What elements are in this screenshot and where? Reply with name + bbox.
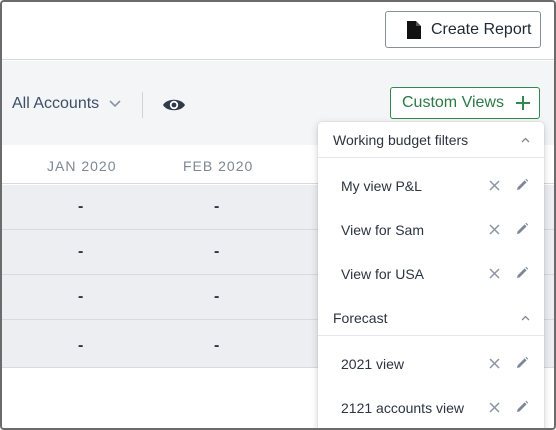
app-window: Create Report All Accounts Custom Views … [0, 0, 556, 430]
chevron-up-icon [521, 315, 530, 321]
create-report-button[interactable]: Create Report [385, 11, 541, 48]
table-cell: - [214, 243, 220, 260]
view-item-label: My view P&L [341, 178, 422, 194]
create-report-label: Create Report [431, 20, 532, 38]
table-cell: - [78, 243, 84, 260]
view-item[interactable]: View for Sam [318, 208, 544, 252]
table-cell: - [214, 198, 220, 215]
table-cell: - [78, 288, 84, 305]
document-icon [406, 20, 422, 40]
section-header-forecast[interactable]: Forecast [318, 300, 544, 336]
view-item[interactable]: 2121 accounts view [318, 386, 544, 428]
column-header-jan-2020: JAN 2020 [47, 158, 117, 174]
pencil-icon[interactable] [515, 356, 529, 370]
custom-views-button[interactable]: Custom Views [390, 87, 540, 119]
top-bar: Create Report [2, 2, 554, 60]
section-title: Forecast [333, 309, 388, 326]
eye-icon[interactable] [162, 96, 186, 114]
close-icon[interactable] [488, 179, 501, 192]
pencil-icon[interactable] [515, 178, 529, 192]
close-icon[interactable] [488, 267, 501, 280]
table-cell: - [78, 337, 84, 354]
toolbar-divider [142, 92, 143, 118]
view-item[interactable]: My view P&L [318, 164, 544, 208]
table-cell: - [78, 198, 84, 215]
column-header-feb-2020: FEB 2020 [183, 158, 254, 174]
pencil-icon[interactable] [515, 266, 529, 280]
custom-views-label: Custom Views [402, 94, 504, 111]
close-icon[interactable] [488, 357, 501, 370]
section-title: Working budget filters [333, 131, 469, 148]
view-item[interactable]: 2021 view [318, 342, 544, 386]
view-item-label: View for USA [341, 266, 424, 282]
pencil-icon[interactable] [515, 400, 529, 414]
close-icon[interactable] [488, 223, 501, 236]
accounts-dropdown[interactable]: All Accounts [12, 94, 121, 114]
pencil-icon[interactable] [515, 222, 529, 236]
plus-icon [515, 96, 530, 110]
view-item-label: 2021 view [341, 356, 405, 372]
view-item-label: 2121 accounts view [341, 400, 464, 416]
chevron-up-icon [521, 137, 530, 143]
table-cell: - [214, 337, 220, 354]
accounts-label: All Accounts [12, 95, 100, 112]
chevron-down-icon [109, 100, 121, 108]
custom-views-dropdown: Working budget filters My view P&L View … [318, 122, 544, 428]
section-header-working-budget-filters[interactable]: Working budget filters [318, 122, 544, 158]
close-icon[interactable] [488, 401, 501, 414]
view-item[interactable]: View for USA [318, 252, 544, 296]
table-cell: - [214, 288, 220, 305]
view-item-label: View for Sam [341, 222, 424, 238]
